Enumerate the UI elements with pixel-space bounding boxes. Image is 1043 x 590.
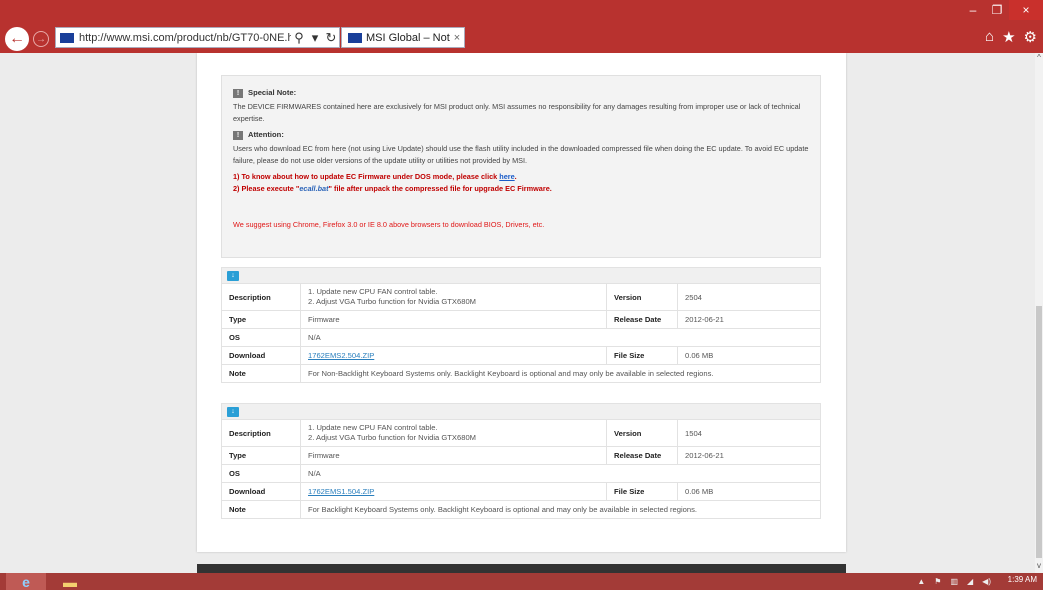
note-label: Note xyxy=(221,364,301,383)
type-value: Firmware xyxy=(300,446,607,465)
ecall-filename: ecall.bat xyxy=(299,184,329,193)
taskbar: e ▬ ▲ ⚑ ▥ ◢ ◀) 1:39 AM xyxy=(0,573,1043,590)
page-footer-bar xyxy=(197,564,846,573)
note-value: For Backlight Keyboard Systems only. Bac… xyxy=(300,500,821,519)
description-value: 1. Update new CPU FAN control table. 2. A… xyxy=(300,283,607,311)
tab-close-icon[interactable]: × xyxy=(450,32,464,44)
file-size-value: 0.06 MB xyxy=(677,482,821,501)
version-label: Version xyxy=(606,419,678,447)
warning-icon: ! xyxy=(233,130,243,140)
tab-favicon-icon xyxy=(348,32,362,43)
refresh-icon[interactable]: ↻ xyxy=(323,30,339,46)
dropdown-icon[interactable]: ▾ xyxy=(307,30,323,46)
release-date-label: Release Date xyxy=(606,446,678,465)
browser-tab[interactable]: MSI Global – Noteb... × xyxy=(341,27,465,48)
version-value: 2504 xyxy=(677,283,821,311)
file-size-label: File Size xyxy=(606,346,678,365)
file-size-value: 0.06 MB xyxy=(677,346,821,365)
special-note-heading: ! Special Note: xyxy=(233,87,809,99)
attention-title: Attention: xyxy=(248,130,284,139)
volume-icon[interactable]: ◀) xyxy=(982,577,991,586)
tab-title: MSI Global – Noteb... xyxy=(366,31,450,44)
home-icon[interactable]: ⌂ xyxy=(985,28,994,46)
content-panel: ! Special Note: The DEVICE FIRMWARES con… xyxy=(197,53,846,552)
type-label: Type xyxy=(221,310,301,329)
address-bar[interactable]: http://www.msi.com/product/nb/GT70-0NE.h… xyxy=(55,27,340,48)
download-table-1: ↓ Description 1. Update new CPU FAN cont… xyxy=(221,267,821,383)
release-date-value: 2012-06-21 xyxy=(677,310,821,329)
release-date-label: Release Date xyxy=(606,310,678,329)
special-note-title: Special Note: xyxy=(248,88,297,97)
site-favicon-icon xyxy=(60,32,74,43)
vertical-scrollbar[interactable]: ^ v xyxy=(1035,53,1043,573)
back-arrow-icon: ← xyxy=(9,30,25,47)
attention-text: Users who download EC from here (not usi… xyxy=(233,144,809,165)
download-label: Download xyxy=(221,346,301,365)
taskbar-clock[interactable]: 1:39 AM xyxy=(1008,575,1037,584)
minimize-button[interactable]: – xyxy=(961,0,985,20)
restore-button[interactable]: ❐ xyxy=(985,0,1009,20)
network-icon[interactable]: ◢ xyxy=(967,577,973,586)
download-icon[interactable]: ↓ xyxy=(227,406,239,417)
gear-icon[interactable]: ⚙ xyxy=(1024,28,1037,46)
version-value: 1504 xyxy=(677,419,821,447)
info-icon: ! xyxy=(233,88,243,98)
page-viewport: ! Special Note: The DEVICE FIRMWARES con… xyxy=(0,53,1035,573)
system-tray: ▲ ⚑ ▥ ◢ ◀) xyxy=(917,573,991,590)
note-label: Note xyxy=(221,500,301,519)
os-value: N/A xyxy=(300,328,821,347)
os-value: N/A xyxy=(300,464,821,483)
battery-icon[interactable]: ▥ xyxy=(950,577,958,586)
action-center-icon[interactable]: ⚑ xyxy=(934,577,941,586)
toolbar-icons: ⌂ ★ ⚙ xyxy=(985,28,1037,46)
close-window-button[interactable]: × xyxy=(1009,0,1043,20)
favorites-star-icon[interactable]: ★ xyxy=(1002,28,1015,46)
file-size-label: File Size xyxy=(606,482,678,501)
description-label: Description xyxy=(221,283,301,311)
attention-heading: ! Attention: xyxy=(233,129,809,141)
description-value: 1. Update new CPU FAN control table. 2. A… xyxy=(300,419,607,447)
release-date-value: 2012-06-21 xyxy=(677,446,821,465)
here-link[interactable]: here xyxy=(499,172,514,181)
scroll-down-icon[interactable]: v xyxy=(1035,561,1043,573)
ec-step-1: 1) To know about how to update EC Firmwa… xyxy=(233,172,517,181)
os-label: OS xyxy=(221,328,301,347)
notice-box: ! Special Note: The DEVICE FIRMWARES con… xyxy=(221,75,821,258)
browser-titlebar: – ❐ × ← → http://www.msi.com/product/nb/… xyxy=(0,0,1043,53)
os-label: OS xyxy=(221,464,301,483)
file-explorer-icon[interactable]: ▬ xyxy=(58,574,82,590)
download-file-link[interactable]: 1762EMS1.504.ZIP xyxy=(308,487,374,496)
search-icon[interactable]: ⚲ xyxy=(291,30,307,46)
special-note-text: The DEVICE FIRMWARES contained here are … xyxy=(233,102,801,123)
note-value: For Non-Backlight Keyboard Systems only.… xyxy=(300,364,821,383)
ec-step-2: 2) Please execute "ecall.bat" file after… xyxy=(233,184,552,193)
browser-suggestion: We suggest using Chrome, Firefox 3.0 or … xyxy=(233,220,545,229)
download-table-2: ↓ Description 1. Update new CPU FAN cont… xyxy=(221,403,821,519)
address-url[interactable]: http://www.msi.com/product/nb/GT70-0NE.h… xyxy=(79,32,291,44)
scroll-thumb[interactable] xyxy=(1036,306,1042,558)
forward-arrow-icon: → xyxy=(36,33,46,45)
forward-button[interactable]: → xyxy=(33,31,49,47)
tray-expand-icon[interactable]: ▲ xyxy=(917,577,925,586)
type-value: Firmware xyxy=(300,310,607,329)
description-label: Description xyxy=(221,419,301,447)
version-label: Version xyxy=(606,283,678,311)
download-icon[interactable]: ↓ xyxy=(227,270,239,281)
download-label: Download xyxy=(221,482,301,501)
type-label: Type xyxy=(221,446,301,465)
scroll-up-icon[interactable]: ^ xyxy=(1035,53,1043,65)
window-controls: – ❐ × xyxy=(961,0,1043,20)
internet-explorer-icon[interactable]: e xyxy=(6,573,46,590)
back-button[interactable]: ← xyxy=(5,27,29,51)
download-file-link[interactable]: 1762EMS2.504.ZIP xyxy=(308,351,374,360)
